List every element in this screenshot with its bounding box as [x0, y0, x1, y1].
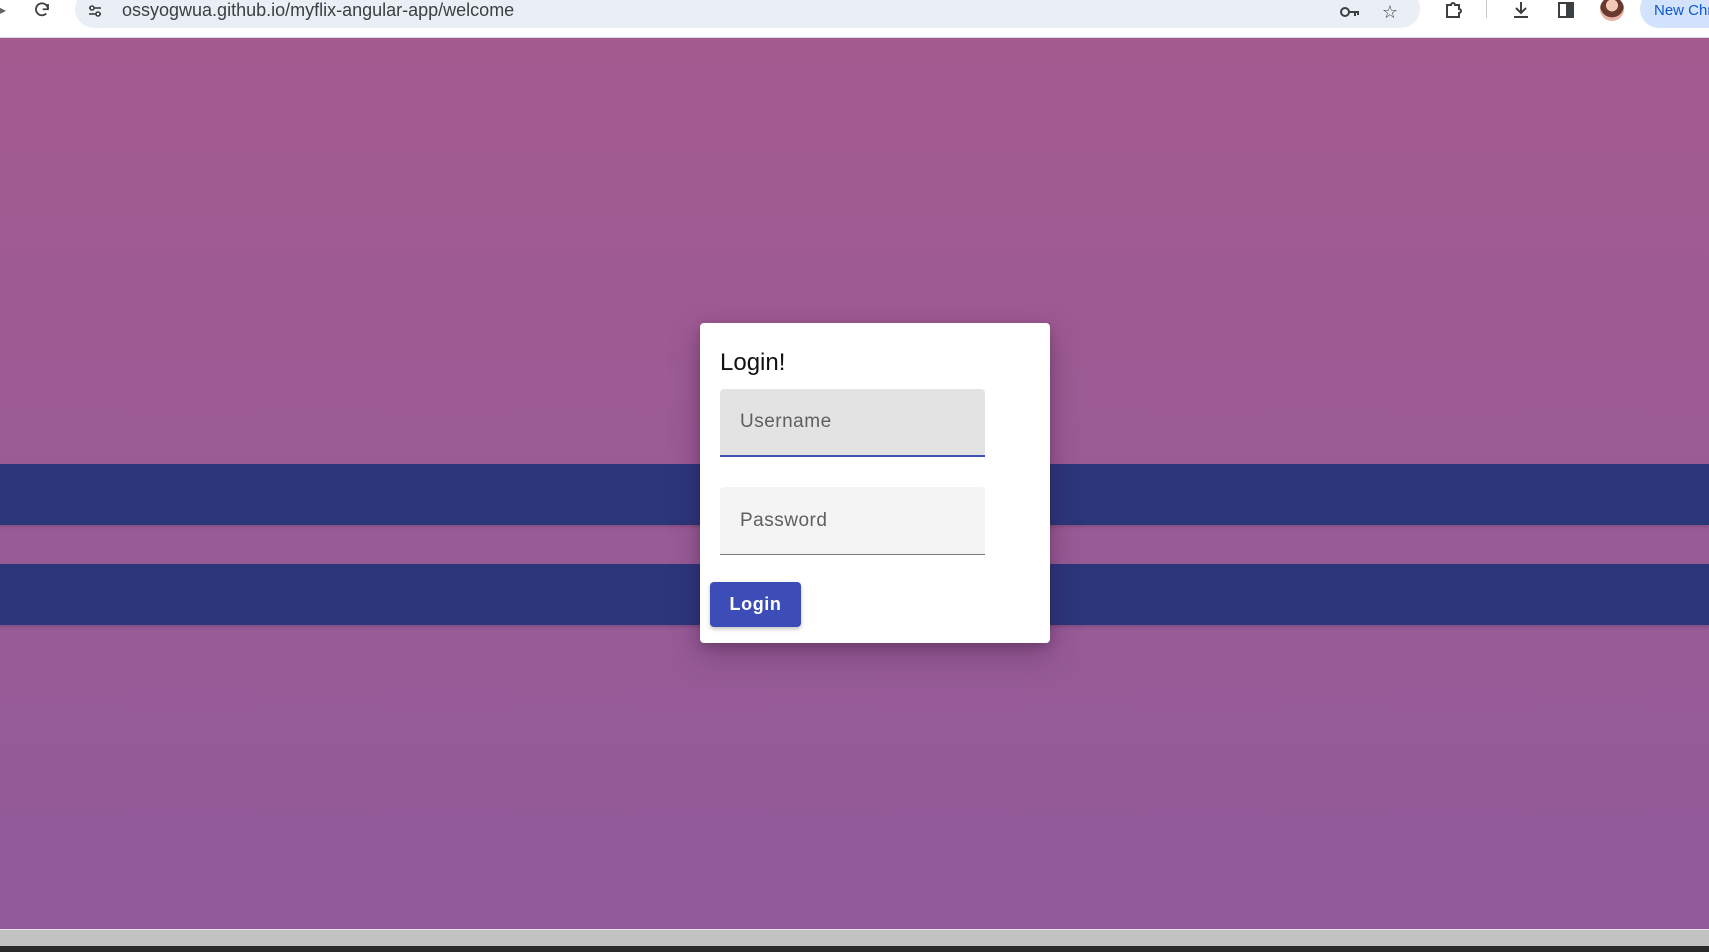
tune-icon[interactable]	[85, 1, 105, 21]
password-input[interactable]	[720, 487, 985, 554]
back-arrow-icon[interactable]: ▸	[0, 3, 6, 17]
browser-toolbar: ▸ ossyogwua.github.io/myflix-angular-app…	[0, 0, 1709, 38]
profile-avatar[interactable]	[1600, 0, 1624, 21]
username-input[interactable]	[720, 389, 985, 455]
login-title: Login!	[720, 349, 786, 376]
login-card: Login! Login	[700, 323, 1050, 643]
window-bottom-edge	[0, 946, 1709, 952]
puzzle-icon[interactable]	[1442, 0, 1466, 20]
toolbar-divider	[1486, 0, 1487, 18]
username-field-container	[720, 389, 985, 457]
url-text[interactable]: ossyogwua.github.io/myflix-angular-app/w…	[122, 0, 514, 21]
key-icon[interactable]	[1339, 1, 1361, 23]
download-icon[interactable]	[1509, 0, 1533, 20]
password-field-container	[720, 487, 985, 555]
horizontal-scrollbar[interactable]	[0, 929, 1709, 947]
address-bar[interactable]: ossyogwua.github.io/myflix-angular-app/w…	[75, 0, 1420, 28]
login-button[interactable]: Login	[710, 582, 801, 627]
reload-icon[interactable]	[30, 0, 54, 20]
new-chrome-button[interactable]: New Chr	[1640, 0, 1709, 28]
star-icon[interactable]: ☆	[1379, 1, 1401, 23]
side-panel-icon[interactable]	[1554, 0, 1578, 20]
page-background: Login! Login	[0, 38, 1709, 929]
